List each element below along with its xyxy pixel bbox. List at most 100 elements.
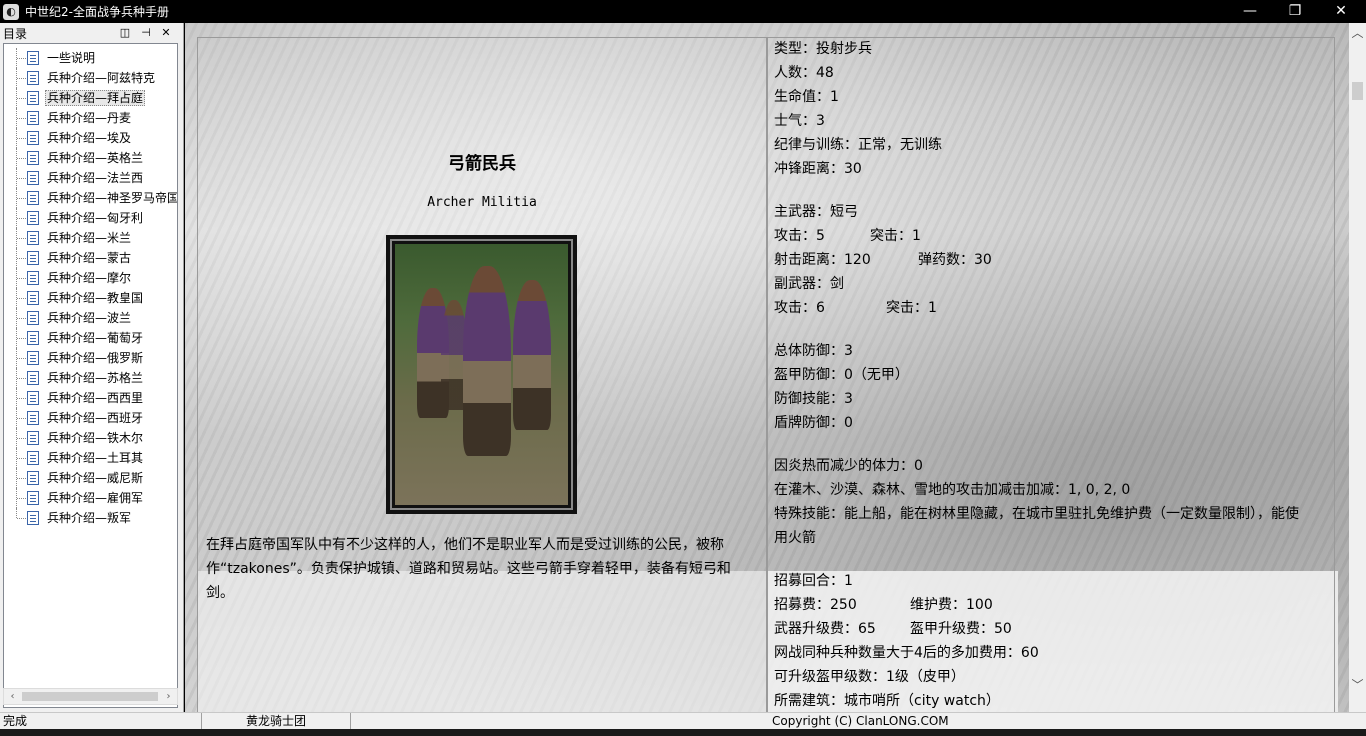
toc-item[interactable]: 兵种介绍—葡萄牙	[4, 328, 177, 348]
document-icon	[27, 451, 39, 465]
stat-shield: 盾牌防御：0	[774, 415, 853, 431]
stat-secondary-attack: 攻击：6	[774, 300, 825, 316]
stat-primary-attack: 攻击：5	[774, 228, 825, 244]
document-icon	[27, 351, 39, 365]
toc-horizontal-scrollbar[interactable]: ‹ ›	[3, 688, 178, 705]
taskbar-edge	[0, 729, 1366, 736]
scroll-down-icon[interactable]: ﹀	[1349, 677, 1366, 694]
toc-item[interactable]: 兵种介绍—苏格兰	[4, 368, 177, 388]
toc-pane: 目录 ◫ ⊣ ✕ 一些说明 兵种介绍—阿兹特克 兵种介绍—拜占庭 兵种介绍—丹麦 兵种介…	[0, 23, 184, 712]
toc-item[interactable]: 一些说明	[4, 48, 177, 68]
toc-item-label: 兵种介绍—土耳其	[47, 451, 144, 465]
status-author: 黄龙骑士团	[246, 714, 307, 728]
document-icon	[27, 91, 39, 105]
stat-primary-charge: 突击：1	[870, 228, 921, 244]
toc-tree[interactable]: 一些说明 兵种介绍—阿兹特克 兵种介绍—拜占庭 兵种介绍—丹麦 兵种介绍—埃及 兵种介绍—…	[3, 43, 178, 708]
stat-terrain: 在灌木、沙漠、森林、雪地的攻击加减击加减：1, 0, 2, 0	[774, 482, 1131, 498]
toc-item-label: 兵种介绍—西班牙	[47, 411, 144, 425]
toc-item[interactable]: 兵种介绍—神圣罗马帝国	[4, 188, 178, 208]
toc-item[interactable]: 兵种介绍—雇佣军	[4, 488, 177, 508]
scroll-right-icon[interactable]: ›	[160, 689, 177, 704]
toc-item[interactable]: 兵种介绍—西西里	[4, 388, 177, 408]
document-icon	[27, 471, 39, 485]
toc-item[interactable]: 兵种介绍—丹麦	[4, 108, 177, 128]
toc-item-label: 兵种介绍—拜占庭	[45, 90, 146, 106]
toc-item[interactable]: 兵种介绍—叛军	[4, 508, 177, 528]
document-icon	[27, 331, 39, 345]
close-icon[interactable]: ✕	[1318, 0, 1364, 23]
toc-item[interactable]: 兵种介绍—英格兰	[4, 148, 177, 168]
toc-item-label: 兵种介绍—摩尔	[47, 271, 132, 285]
toc-item[interactable]: 兵种介绍—米兰	[4, 228, 177, 248]
unit-stats: 类型：投射步兵 人数：48 生命值：1 士气：3 纪律与训练：正常，无训练 冲锋…	[774, 37, 1324, 712]
content-vertical-scrollbar[interactable]: ︿ ﹀	[1349, 23, 1366, 712]
unit-name-cn: 弓箭民兵	[448, 154, 516, 174]
toc-item-label: 兵种介绍—苏格兰	[47, 371, 144, 385]
toc-item-label: 兵种介绍—威尼斯	[47, 471, 144, 485]
toc-item[interactable]: 兵种介绍—摩尔	[4, 268, 177, 288]
stat-men: 人数：48	[774, 65, 834, 81]
stat-discipline: 纪律与训练：正常，无训练	[774, 137, 942, 153]
status-copyright: Copyright (C) ClanLONG.COM	[772, 714, 949, 728]
stat-secondary-charge: 突击：1	[886, 300, 937, 316]
toc-item[interactable]: 兵种介绍—波兰	[4, 308, 177, 328]
toc-item[interactable]: 兵种介绍—拜占庭	[4, 88, 177, 108]
document-icon	[27, 191, 39, 205]
toc-item[interactable]: 兵种介绍—俄罗斯	[4, 348, 177, 368]
stat-range: 射击距离：120	[774, 252, 871, 268]
toc-item-label: 兵种介绍—波兰	[47, 311, 132, 325]
stat-building: 所需建筑：城市哨所（city watch）	[774, 693, 1000, 709]
scroll-thumb[interactable]	[22, 692, 158, 701]
toc-item[interactable]: 兵种介绍—蒙古	[4, 248, 177, 268]
toc-item[interactable]: 兵种介绍—威尼斯	[4, 468, 177, 488]
toc-item[interactable]: 兵种介绍—土耳其	[4, 448, 177, 468]
toc-item[interactable]: 兵种介绍—铁木尔	[4, 428, 177, 448]
toc-item-label: 兵种介绍—神圣罗马帝国	[47, 191, 178, 205]
toc-item[interactable]: 兵种介绍—埃及	[4, 128, 177, 148]
toc-item[interactable]: 兵种介绍—法兰西	[4, 168, 177, 188]
document-icon	[27, 411, 39, 425]
document-icon	[27, 231, 39, 245]
document-icon	[27, 271, 39, 285]
window-title: 中世纪2-全面战争兵种手册	[25, 5, 169, 19]
title-bar: ◐ 中世纪2-全面战争兵种手册 — ❐ ✕	[0, 0, 1366, 23]
minimize-icon[interactable]: —	[1227, 0, 1273, 23]
document-icon	[27, 171, 39, 185]
stat-special: 特殊技能：能上船，能在树林里隐藏，在城市里驻扎免维护费（一定数量限制），能使用火…	[774, 506, 1299, 546]
toc-item-label: 兵种介绍—西西里	[47, 391, 144, 405]
toc-header: 目录 ◫ ⊣ ✕	[0, 23, 183, 43]
toc-title: 目录	[3, 26, 28, 41]
document-icon	[27, 211, 39, 225]
unit-name-en: Archer Militia	[427, 195, 537, 210]
status-text: 完成	[3, 714, 28, 728]
stat-armour: 盔甲防御：0（无甲）	[774, 367, 909, 383]
toc-item[interactable]: 兵种介绍—阿兹特克	[4, 68, 177, 88]
pin-icon[interactable]: ⊣	[139, 26, 153, 40]
content-pane: 弓箭民兵 Archer Militia 在拜占庭帝国军队中有不少这样的人，他们不…	[185, 23, 1366, 712]
restore-icon[interactable]: ❐	[1272, 0, 1318, 23]
stat-armour-upgrade: 盔甲升级费：50	[910, 621, 1012, 637]
toc-item-label: 兵种介绍—米兰	[47, 231, 132, 245]
scroll-thumb[interactable]	[1352, 82, 1363, 100]
soldier-figure	[513, 280, 551, 430]
toc-item-label: 兵种介绍—丹麦	[47, 111, 132, 125]
document-icon	[27, 51, 39, 65]
scroll-up-icon[interactable]: ︿	[1349, 25, 1366, 42]
stat-charge-distance: 冲锋距离：30	[774, 161, 862, 177]
document-icon	[27, 371, 39, 385]
toc-item[interactable]: 兵种介绍—教皇国	[4, 288, 177, 308]
dock-icon[interactable]: ◫	[118, 26, 132, 40]
scroll-left-icon[interactable]: ‹	[4, 689, 21, 704]
document-icon	[27, 311, 39, 325]
toc-item-label: 兵种介绍—教皇国	[47, 291, 144, 305]
toc-item[interactable]: 兵种介绍—西班牙	[4, 408, 177, 428]
close-pane-icon[interactable]: ✕	[159, 26, 173, 40]
stat-type: 类型：投射步兵	[774, 41, 872, 57]
stat-defense-skill: 防御技能：3	[774, 391, 853, 407]
toc-item[interactable]: 兵种介绍—匈牙利	[4, 208, 177, 228]
document-icon	[27, 131, 39, 145]
stat-heat: 因炎热而减少的体力：0	[774, 458, 923, 474]
app-icon: ◐	[3, 3, 19, 20]
unit-description: 在拜占庭帝国军队中有不少这样的人，他们不是职业军人而是受过训练的公民，被称作“t…	[206, 537, 731, 601]
toc-item-label: 一些说明	[47, 51, 96, 65]
